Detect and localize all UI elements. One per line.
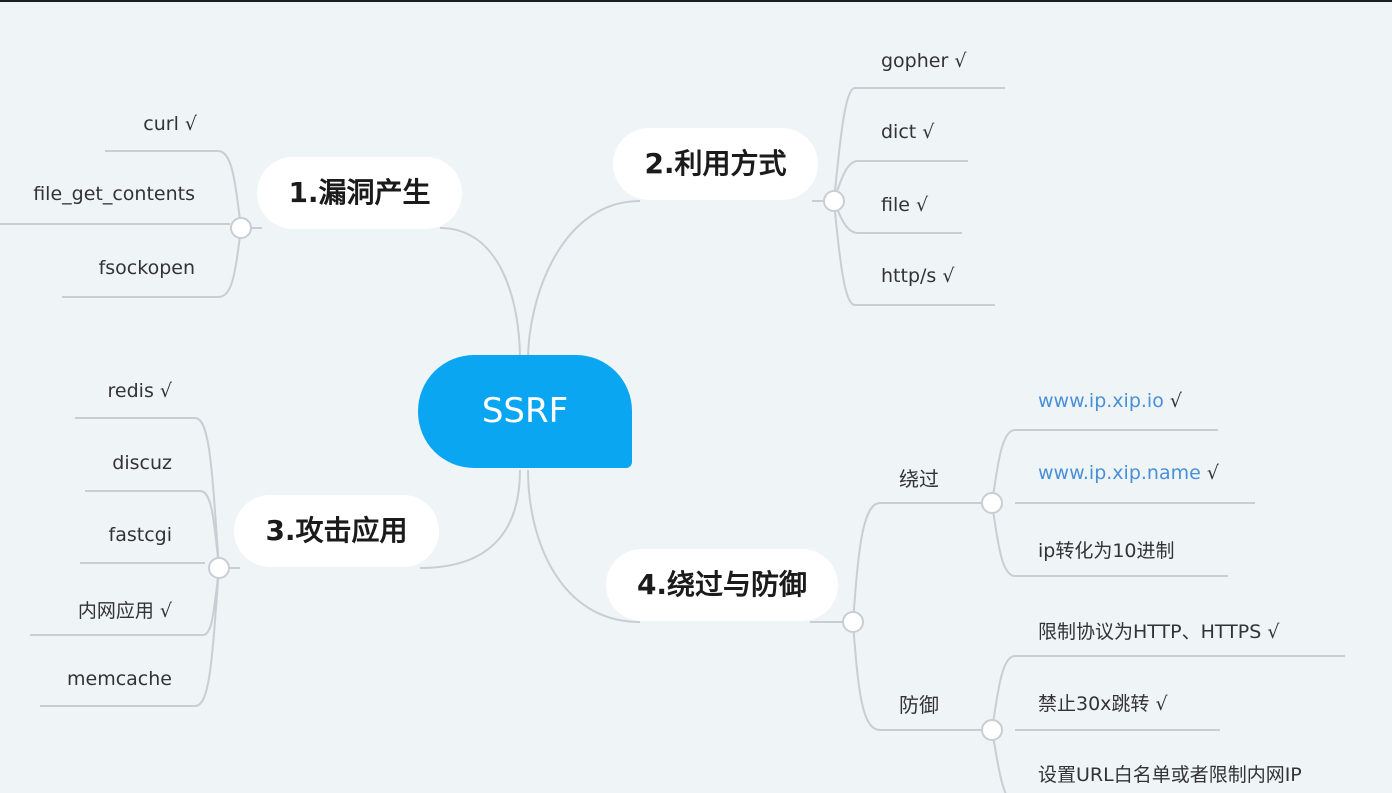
- connector-root-b1: [439, 227, 521, 361]
- topic-exploit-methods[interactable]: 2.利用方式: [613, 128, 818, 200]
- leaf-bypass-xip-name[interactable]: www.ip.xip.name √: [1038, 462, 1219, 484]
- leaf-defense-whitelist[interactable]: 设置URL白名单或者限制内网IP: [1038, 760, 1302, 787]
- leaf-redis[interactable]: redis √: [108, 380, 172, 402]
- leaf-discuz[interactable]: discuz: [112, 452, 172, 474]
- topic-bypass-defense[interactable]: 4.绕过与防御: [606, 549, 838, 621]
- subtopic-defense[interactable]: 防御: [899, 689, 939, 718]
- subtopic-bypass[interactable]: 绕过: [899, 463, 939, 492]
- root-topic[interactable]: SSRF: [418, 355, 632, 468]
- check-mark: √: [1200, 462, 1219, 484]
- leaf-gopher[interactable]: gopher √: [881, 50, 966, 72]
- leaf-defense-no-redirect[interactable]: 禁止30x跳转 √: [1038, 689, 1168, 716]
- connector-bypass-1: [991, 429, 1016, 504]
- leaf-fastcgi[interactable]: fastcgi: [109, 524, 172, 546]
- link-xip-name[interactable]: www.ip.xip.name: [1038, 462, 1201, 484]
- collapse-node-b3: [208, 557, 230, 579]
- collapse-node-b4: [842, 611, 864, 633]
- collapse-node-bypass: [981, 492, 1003, 514]
- leaf-defense-restrict-protocol[interactable]: 限制协议为HTTP、HTTPS √: [1038, 617, 1279, 644]
- leaf-bypass-xip-io[interactable]: www.ip.xip.io √: [1038, 390, 1182, 412]
- collapse-node-b1: [230, 217, 252, 239]
- connector-bypass-3: [991, 502, 1016, 577]
- leaf-intranet-apps[interactable]: 内网应用 √: [78, 596, 172, 623]
- topic-attack-apps[interactable]: 3.攻击应用: [234, 495, 439, 567]
- leaf-memcache[interactable]: memcache: [67, 668, 172, 690]
- connector-b4-defense: [852, 621, 881, 731]
- connector-b3-memcache: [194, 567, 220, 707]
- connector-b2-gopher: [833, 87, 856, 202]
- leaf-bypass-decimal-ip[interactable]: ip转化为10进制: [1038, 536, 1175, 563]
- leaf-fsockopen[interactable]: fsockopen: [99, 257, 195, 279]
- topic-vuln-origin[interactable]: 1.漏洞产生: [257, 157, 462, 229]
- connector-defense-1: [991, 655, 1016, 731]
- connector-b1-curl: [217, 150, 242, 229]
- link-xip-io[interactable]: www.ip.xip.io: [1038, 390, 1164, 412]
- connector-b2-http: [833, 200, 856, 306]
- connector-b3-redis: [194, 417, 220, 569]
- leaf-curl[interactable]: curl √: [143, 113, 197, 135]
- connector-root-b2: [527, 200, 641, 361]
- leaf-file-get-contents[interactable]: file_get_contents: [33, 183, 195, 205]
- leaf-dict[interactable]: dict √: [881, 121, 934, 143]
- collapse-node-defense: [981, 719, 1003, 741]
- mindmap-connectors: [0, 87, 1345, 793]
- connector-b4-bypass: [852, 502, 881, 623]
- collapse-node-b2: [823, 190, 845, 212]
- leaf-http[interactable]: http/s √: [881, 265, 954, 287]
- leaf-file[interactable]: file √: [881, 194, 928, 216]
- check-mark: √: [1163, 390, 1182, 412]
